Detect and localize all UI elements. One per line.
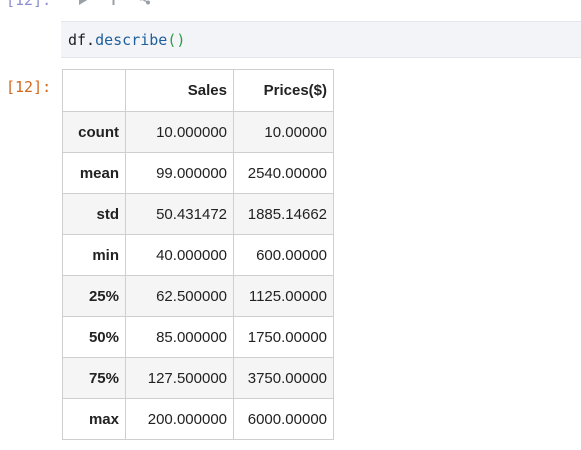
- table-row: mean 99.000000 2540.00000: [62, 152, 334, 194]
- notebook-page: [12]: df.describe() [12]: Sales Prices($…: [0, 0, 581, 450]
- index-header: [62, 69, 126, 112]
- cell-sales: 62.500000: [125, 275, 234, 317]
- cell-prices: 600.00000: [233, 234, 334, 276]
- code-object: df.: [68, 31, 96, 49]
- row-label: 75%: [62, 357, 126, 399]
- table-row: min 40.000000 600.00000: [62, 234, 334, 276]
- table-row: std 50.431472 1885.14662: [62, 193, 334, 235]
- table-row: 25% 62.500000 1125.00000: [62, 275, 334, 317]
- row-label: 50%: [62, 316, 126, 358]
- row-label: 25%: [62, 275, 126, 317]
- share-icon[interactable]: [138, 0, 151, 5]
- cell-sales: 85.000000: [125, 316, 234, 358]
- table-row: max 200.000000 6000.00000: [62, 398, 334, 440]
- cell-prices: 1885.14662: [233, 193, 334, 235]
- code-method: describe: [95, 31, 168, 49]
- cell-sales: 40.000000: [125, 234, 234, 276]
- run-icon[interactable]: [78, 0, 89, 5]
- row-label: count: [62, 111, 126, 153]
- table-row: 75% 127.500000 3750.00000: [62, 357, 334, 399]
- table-header-row: Sales Prices($): [62, 69, 334, 112]
- row-label: mean: [62, 152, 126, 194]
- cell-prices: 1125.00000: [233, 275, 334, 317]
- input-prompt: [12]:: [6, 0, 52, 9]
- code-call-parens: (): [167, 31, 186, 49]
- cell-sales: 50.431472: [125, 193, 234, 235]
- column-header-sales: Sales: [125, 69, 234, 112]
- row-label: std: [62, 193, 126, 235]
- cell-sales: 200.000000: [125, 398, 234, 440]
- code-line: df.describe(): [68, 31, 185, 49]
- cell-prices: 3750.00000: [233, 357, 334, 399]
- row-label: max: [62, 398, 126, 440]
- table-row: 50% 85.000000 1750.00000: [62, 316, 334, 358]
- add-icon[interactable]: [107, 0, 120, 5]
- cell-prices: 10.00000: [233, 111, 334, 153]
- table-row: count 10.000000 10.00000: [62, 111, 334, 153]
- cell-sales: 127.500000: [125, 357, 234, 399]
- code-editor[interactable]: df.describe(): [61, 21, 581, 58]
- column-header-prices: Prices($): [233, 69, 334, 112]
- output-prompt: [12]:: [6, 78, 52, 96]
- cell-toolbar: [78, 0, 151, 5]
- cell-sales: 99.000000: [125, 152, 234, 194]
- cell-prices: 2540.00000: [233, 152, 334, 194]
- cell-sales: 10.000000: [125, 111, 234, 153]
- row-label: min: [62, 234, 126, 276]
- cell-prices: 1750.00000: [233, 316, 334, 358]
- cell-prices: 6000.00000: [233, 398, 334, 440]
- describe-table: Sales Prices($) count 10.000000 10.00000…: [62, 69, 334, 440]
